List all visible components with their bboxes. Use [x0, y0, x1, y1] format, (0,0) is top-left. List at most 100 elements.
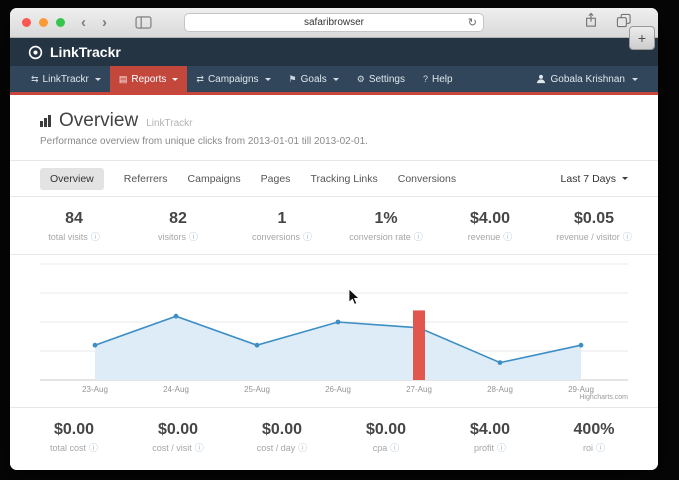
stat-label: cost / day [257, 443, 296, 453]
tabs-overview-icon [616, 13, 632, 28]
forward-button[interactable]: › [102, 15, 107, 30]
info-icon[interactable]: ⓘ [298, 444, 307, 453]
nav-item-label: Campaigns [208, 74, 259, 85]
zoom-window-button[interactable] [56, 18, 65, 27]
user-menu[interactable]: Gobala Krishnan [528, 66, 647, 92]
tab-conversions[interactable]: Conversions [398, 173, 456, 185]
nav-item-reports[interactable]: ▤ Reports [110, 66, 188, 92]
minimize-window-button[interactable] [39, 18, 48, 27]
bar-chart-icon [40, 115, 51, 127]
user-name: Gobala Krishnan [551, 74, 626, 85]
info-icon[interactable]: ⓘ [623, 233, 632, 242]
user-icon [536, 74, 546, 84]
stat-value: 1 [230, 210, 334, 228]
retweet-icon: ⇆ [31, 74, 39, 85]
share-button[interactable] [584, 12, 598, 33]
nav-item-label: Reports [131, 74, 166, 85]
stat-cost-per-visit: $0.00 cost / visitⓘ [126, 421, 230, 453]
stat-cost-per-day: $0.00 cost / dayⓘ [230, 421, 334, 453]
window-controls [22, 18, 65, 27]
shuffle-icon: ⇄ [196, 74, 204, 85]
nav-item-label: Goals [301, 74, 327, 85]
refresh-icon[interactable]: ↻ [468, 16, 477, 29]
caret-down-icon [172, 78, 178, 81]
stat-revenue-per-visitor: $0.05 revenue / visitorⓘ [542, 210, 646, 242]
svg-text:25-Aug: 25-Aug [244, 385, 270, 394]
stat-cpa: $0.00 cpaⓘ [334, 421, 438, 453]
stat-label: cpa [373, 443, 388, 453]
tab-referrers[interactable]: Referrers [124, 173, 168, 185]
date-range-label: Last 7 Days [561, 173, 616, 185]
stat-total-cost: $0.00 total costⓘ [22, 421, 126, 453]
nav-item-linktrackr[interactable]: ⇆ LinkTrackr [22, 66, 110, 92]
info-icon[interactable]: ⓘ [596, 444, 605, 453]
stat-value: 82 [126, 210, 230, 228]
stat-value: $0.00 [126, 421, 230, 439]
address-bar-text: safaribrowser [304, 17, 364, 28]
date-range-selector[interactable]: Last 7 Days [561, 173, 628, 185]
svg-text:23-Aug: 23-Aug [82, 385, 108, 394]
gear-icon: ⚙ [357, 74, 365, 85]
report-icon: ▤ [119, 74, 128, 85]
stat-label: conversion rate [349, 232, 411, 242]
info-icon[interactable]: ⓘ [303, 233, 312, 242]
stat-visitors: 82 visitorsⓘ [126, 210, 230, 242]
chart-canvas: 23-Aug24-Aug25-Aug26-Aug27-Aug28-Aug29-A… [40, 259, 628, 399]
caret-down-icon [632, 78, 638, 81]
sidebar-toggle-button[interactable] [135, 16, 152, 29]
report-tabs: Overview Referrers Campaigns Pages Track… [10, 161, 658, 196]
nav-item-label: Settings [369, 74, 405, 85]
chart-credit: Highcharts.com [579, 394, 628, 401]
info-icon[interactable]: ⓘ [414, 233, 423, 242]
stat-value: $0.00 [334, 421, 438, 439]
nav-item-settings[interactable]: ⚙ Settings [348, 66, 414, 92]
performance-chart: 23-Aug24-Aug25-Aug26-Aug27-Aug28-Aug29-A… [40, 259, 628, 407]
tab-pages[interactable]: Pages [261, 173, 291, 185]
info-icon[interactable]: ⓘ [195, 444, 204, 453]
stat-profit: $4.00 profitⓘ [438, 421, 542, 453]
info-icon[interactable]: ⓘ [503, 233, 512, 242]
svg-text:29-Aug: 29-Aug [568, 385, 594, 394]
back-button[interactable]: ‹ [81, 15, 86, 30]
info-icon[interactable]: ⓘ [89, 444, 98, 453]
stat-label: roi [583, 443, 593, 453]
caret-down-icon [265, 78, 271, 81]
svg-text:27-Aug: 27-Aug [406, 385, 432, 394]
divider [10, 254, 658, 255]
stat-total-visits: 84 total visitsⓘ [22, 210, 126, 242]
info-icon[interactable]: ⓘ [497, 444, 506, 453]
stat-label: conversions [252, 232, 300, 242]
page-content: Overview LinkTrackr Performance overview… [10, 95, 658, 470]
stat-label: cost / visit [152, 443, 192, 453]
add-button[interactable]: + [629, 26, 655, 50]
stat-label: revenue / visitor [556, 232, 620, 242]
svg-text:24-Aug: 24-Aug [163, 385, 189, 394]
stat-value: $0.05 [542, 210, 646, 228]
plus-icon: + [638, 31, 646, 45]
linktrackr-logo-icon [28, 45, 43, 60]
mouse-cursor [348, 288, 360, 306]
close-window-button[interactable] [22, 18, 31, 27]
info-icon[interactable]: ⓘ [390, 444, 399, 453]
stats-bottom-row: $0.00 total costⓘ $0.00 cost / visitⓘ $0… [10, 408, 658, 465]
tab-tracking-links[interactable]: Tracking Links [310, 173, 377, 185]
nav-item-campaigns[interactable]: ⇄ Campaigns [187, 66, 279, 92]
browser-window: ‹ › safaribrowser ↻ LinkTrackr ⇆ LinkTra… [10, 8, 658, 470]
stat-revenue: $4.00 revenueⓘ [438, 210, 542, 242]
stat-conversions: 1 conversionsⓘ [230, 210, 334, 242]
share-icon [584, 12, 598, 28]
tab-overview[interactable]: Overview [40, 168, 104, 190]
app-header: LinkTrackr [10, 38, 658, 66]
info-icon[interactable]: ⓘ [91, 233, 100, 242]
svg-text:28-Aug: 28-Aug [487, 385, 513, 394]
nav-item-help[interactable]: ? Help [414, 66, 462, 92]
tab-campaigns[interactable]: Campaigns [188, 173, 241, 185]
flag-icon: ⚑ [289, 74, 297, 85]
page-title-suffix: LinkTrackr [146, 118, 192, 129]
page-title: Overview [59, 110, 138, 132]
nav-item-goals[interactable]: ⚑ Goals [280, 66, 348, 92]
info-icon[interactable]: ⓘ [189, 233, 198, 242]
address-bar[interactable]: safaribrowser ↻ [184, 13, 484, 32]
caret-down-icon [95, 78, 101, 81]
stat-value: 84 [22, 210, 126, 228]
